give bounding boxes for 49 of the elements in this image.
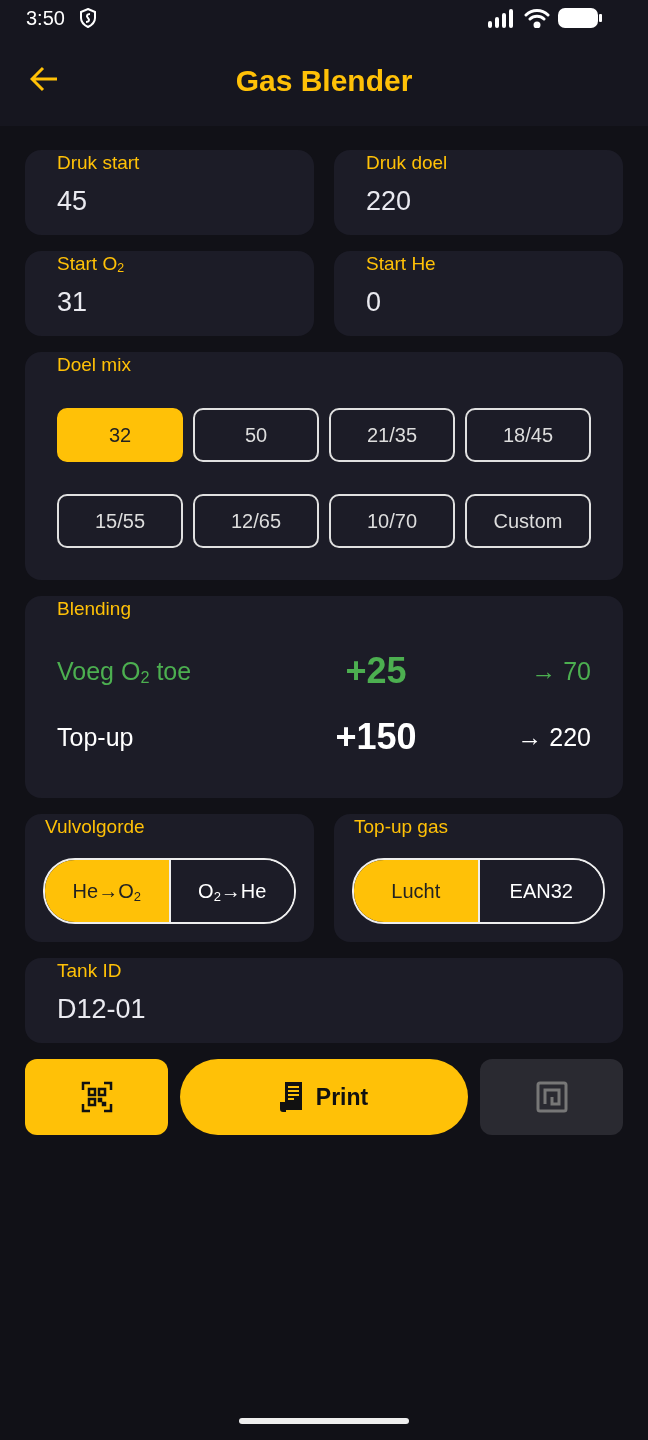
field-label: Tank ID — [57, 960, 123, 982]
mix-option[interactable]: 10/70 — [329, 494, 455, 548]
field-value: D12-01 — [57, 994, 147, 1025]
signal-icon — [488, 8, 516, 28]
nfc-icon — [535, 1081, 568, 1113]
step-amount: +25 — [344, 650, 408, 692]
input-field[interactable]: Start He 0 — [334, 251, 623, 336]
field-value: 45 — [57, 186, 89, 217]
card-label: Blending — [57, 598, 132, 620]
input-field[interactable]: Tank ID D12-01 — [25, 958, 623, 1043]
input-field[interactable]: Druk doel 220 — [334, 150, 623, 235]
card-label: Doel mix — [57, 354, 132, 376]
mix-option[interactable]: 12/65 — [193, 494, 319, 548]
mix-option[interactable]: 21/35 — [329, 408, 455, 462]
screen-title: Gas Blender — [235, 64, 413, 98]
mix-option[interactable]: 15/55 — [57, 494, 183, 548]
card-label: Top-up gas — [354, 816, 449, 838]
step-label: Top-up — [57, 722, 135, 752]
segment-option[interactable]: EAN32 — [477, 860, 603, 922]
step-amount: +150 — [334, 716, 418, 758]
segment-option[interactable]: Lucht — [354, 860, 478, 922]
qr-scan-icon — [80, 1081, 113, 1113]
mix-option[interactable]: 50 — [193, 408, 319, 462]
shield-icon — [78, 8, 97, 28]
input-field[interactable]: Start O$_{2}$ 31 — [25, 251, 314, 336]
mix-option[interactable]: Custom — [465, 494, 591, 548]
wifi-icon — [524, 8, 550, 28]
field-label: Start He — [366, 253, 437, 275]
mix-option[interactable]: 32 — [57, 408, 183, 462]
segment-option[interactable]: He→O$_{2}$ — [45, 860, 169, 922]
step-label: Voeg O$_{2}$ toe — [57, 656, 193, 686]
segment-option[interactable]: O$_{2}$→He — [168, 860, 294, 922]
back-arrow-icon[interactable] — [30, 66, 58, 92]
field-value: 0 — [366, 287, 383, 318]
battery-icon — [558, 7, 602, 29]
card-label: Vulvolgorde — [45, 816, 146, 838]
mix-option[interactable]: 18/45 — [465, 408, 591, 462]
field-value: 220 — [366, 186, 413, 217]
input-field[interactable]: Druk start 45 — [25, 150, 314, 235]
status-time: 3:50 — [26, 6, 65, 30]
step-target: → 220 — [516, 722, 591, 752]
scan-button[interactable] — [25, 1059, 168, 1135]
field-label: Druk doel — [366, 152, 449, 174]
field-value: 31 — [57, 287, 89, 318]
receipt-icon — [279, 1082, 302, 1112]
field-label: Start O$_{2}$ — [57, 253, 126, 275]
step-target: → 70 — [530, 656, 591, 686]
print-button[interactable]: Print — [180, 1059, 468, 1135]
field-label: Druk start — [57, 152, 141, 174]
